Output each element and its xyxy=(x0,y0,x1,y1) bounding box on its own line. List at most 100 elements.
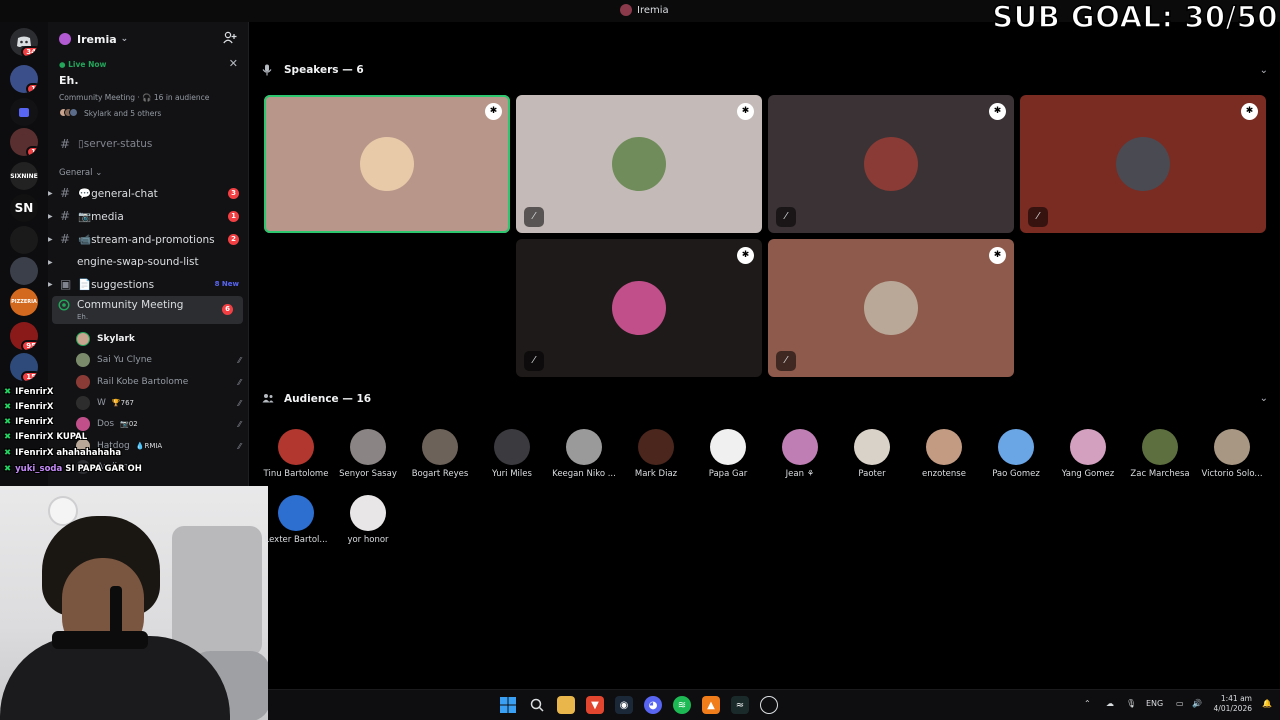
audience-member[interactable]: Keegan Niko ... xyxy=(548,429,620,489)
chevron-up-icon[interactable]: ⌃ xyxy=(1084,699,1091,708)
avatar xyxy=(76,417,90,431)
channel-media[interactable]: ▶ # 📷media 1 xyxy=(48,205,248,227)
speaker-avatar xyxy=(612,137,666,191)
audience-member[interactable]: Yuri Miles xyxy=(476,429,548,489)
speaker-tile[interactable]: ✱ ⁄ xyxy=(768,239,1014,377)
chat-message: KUPAL xyxy=(56,432,88,442)
category-general[interactable]: General ⌄ xyxy=(59,168,102,178)
windows-start-icon[interactable] xyxy=(499,696,517,714)
brave-browser-icon[interactable]: ▼ xyxy=(586,696,604,714)
voice-user-sai-yu-clyne[interactable]: Sai Yu Clyne ⁄⁄ xyxy=(76,350,241,370)
speaker-avatar xyxy=(864,137,918,191)
audience-header[interactable]: Audience — 16 xyxy=(262,391,371,407)
mention-badge: 1 xyxy=(228,210,239,222)
audience-member[interactable]: yor honor xyxy=(332,495,404,555)
audience-member[interactable]: Lexter Bartol... xyxy=(260,495,332,555)
server-icon-3[interactable] xyxy=(10,226,38,254)
server-header[interactable]: Iremia ⌄ xyxy=(48,22,248,56)
audience-member[interactable]: Pao Gomez xyxy=(980,429,1052,489)
close-icon[interactable]: ✕ xyxy=(229,57,238,70)
chevron-down-icon[interactable]: ⌄ xyxy=(1260,393,1268,404)
channel-engine-swap-sound-list[interactable]: ▶ engine-swap-sound-list xyxy=(48,251,248,273)
muted-icon: ⁄⁄ xyxy=(238,441,241,451)
voice-user-rail-kobe[interactable]: Rail Kobe Bartolome ⁄⁄ xyxy=(76,372,241,392)
server-icon-4[interactable] xyxy=(10,257,38,285)
chevron-down-icon[interactable]: ⌄ xyxy=(1260,65,1268,76)
audience-name: Keegan Niko ... xyxy=(552,469,616,479)
channel-suggestions[interactable]: ▶ ▣ 📄suggestions 8 New xyxy=(48,273,248,295)
moderator-icon: ✱ xyxy=(737,103,754,120)
server-icon-sn[interactable]: SN xyxy=(10,194,38,222)
microphone-icon[interactable]: 🎙 xyxy=(1126,699,1136,708)
server-icon-6[interactable]: 15 xyxy=(10,353,38,381)
audience-member[interactable]: Mark Diaz xyxy=(620,429,692,489)
channel-server-status[interactable]: # ▯server-status xyxy=(48,133,248,155)
audience-member[interactable]: Senyor Sasay xyxy=(332,429,404,489)
live-event-title: Eh. xyxy=(59,74,79,87)
voice-user-skylark[interactable]: Skylark xyxy=(76,329,241,349)
audience-member[interactable]: enzotense xyxy=(908,429,980,489)
chat-user: IFenrirX xyxy=(15,402,54,412)
speakers-header[interactable]: Speakers — 6 xyxy=(262,62,364,78)
audience-member[interactable]: Victorio Solo... xyxy=(1196,429,1268,489)
avatar xyxy=(1070,429,1106,465)
cloud-icon[interactable]: ☁ xyxy=(1106,699,1114,708)
audience-name: Papa Gar xyxy=(708,469,748,479)
app-terminal-icon[interactable]: ≈ xyxy=(731,696,749,714)
server-icon-2[interactable]: 1 xyxy=(10,128,38,156)
taskbar-clock[interactable]: 1:41 am 4/01/2026 xyxy=(1214,694,1252,714)
search-icon[interactable] xyxy=(528,696,546,714)
muted-icon: ⁄⁄ xyxy=(238,355,241,365)
network-icon[interactable]: ▭ xyxy=(1176,699,1184,708)
server-icon-sixnine[interactable]: SIXNINE xyxy=(10,162,38,190)
audience-name: Senyor Sasay xyxy=(339,469,397,479)
channel-community-meeting[interactable]: Community Meeting Eh. 6 xyxy=(52,296,243,324)
hash-icon: # xyxy=(60,209,71,223)
speaker-tile[interactable]: ✱ ⁄ xyxy=(1020,95,1266,233)
discord-home-icon[interactable]: 34 xyxy=(10,28,38,56)
voice-user-w[interactable]: W 🏆767 ⁄⁄ xyxy=(76,393,241,413)
server-icon-pizzeria[interactable]: PIZZERIA xyxy=(10,288,38,316)
spotify-icon[interactable]: ≋ xyxy=(673,696,691,714)
notification-icon[interactable]: 🔔 xyxy=(1262,699,1272,708)
language-indicator[interactable]: ENG xyxy=(1146,699,1163,708)
avatar xyxy=(494,429,530,465)
add-member-icon[interactable] xyxy=(223,31,237,45)
audience-member[interactable]: Tinu Bartolome xyxy=(260,429,332,489)
audience-member[interactable]: Yang Gomez xyxy=(1052,429,1124,489)
audience-member[interactable]: Paoter xyxy=(836,429,908,489)
obs-icon[interactable] xyxy=(760,696,778,714)
channel-sidebar: Iremia ⌄ ● Live Now ✕ Eh. Community Meet… xyxy=(48,22,249,490)
folder-icon[interactable] xyxy=(10,98,38,126)
volume-icon[interactable]: 🔊 xyxy=(1192,699,1202,708)
audience-label: Audience — 16 xyxy=(284,393,372,405)
category-name: General xyxy=(59,168,93,178)
chat-line: ✖ yuki_soda SI PAPA GAR OH xyxy=(4,464,142,474)
unread-indicator: ▶ xyxy=(48,258,53,266)
audience-member[interactable]: Bogart Reyes xyxy=(404,429,476,489)
channel-general-chat[interactable]: ▶ # 💬general-chat 3 xyxy=(48,182,248,204)
audience-member[interactable]: Jean ⚘ xyxy=(764,429,836,489)
mini-avatars xyxy=(59,108,78,119)
speaker-tile[interactable]: ✱ ⁄ xyxy=(768,95,1014,233)
speaker-tile[interactable]: ✱ ⁄ xyxy=(516,239,762,377)
audience-member[interactable]: Papa Gar xyxy=(692,429,764,489)
live-event-card[interactable]: ● Live Now ✕ Eh. Community Meeting · 🎧 1… xyxy=(54,56,244,124)
server-icon-1[interactable]: 1 xyxy=(10,65,38,93)
discord-icon[interactable]: ◕ xyxy=(644,696,662,714)
audience-name: Jean ⚘ xyxy=(785,469,815,479)
file-explorer-icon[interactable] xyxy=(557,696,575,714)
channel-stream-and-promotions[interactable]: ▶ # 📹stream-and-promotions 2 xyxy=(48,228,248,250)
home-badge: 34 xyxy=(21,46,38,56)
speaker-tile[interactable]: ✱ ⁄ xyxy=(264,95,510,233)
audience-member[interactable]: Zac Marchesa xyxy=(1124,429,1196,489)
steam-icon[interactable]: ◉ xyxy=(615,696,633,714)
server-icon-5[interactable]: 95 xyxy=(10,322,38,350)
channel-name: 📄suggestions xyxy=(78,278,155,291)
muted-icon: ⁄ xyxy=(524,351,544,371)
voice-user-name: Rail Kobe Bartolome xyxy=(97,377,189,387)
speaker-tile[interactable]: ✱ ⁄ xyxy=(516,95,762,233)
moderator-icon: ✱ xyxy=(1241,103,1258,120)
voice-user-dos[interactable]: Dos 📷02 ⁄⁄ xyxy=(76,414,241,434)
app-orange-icon[interactable]: ▲ xyxy=(702,696,720,714)
